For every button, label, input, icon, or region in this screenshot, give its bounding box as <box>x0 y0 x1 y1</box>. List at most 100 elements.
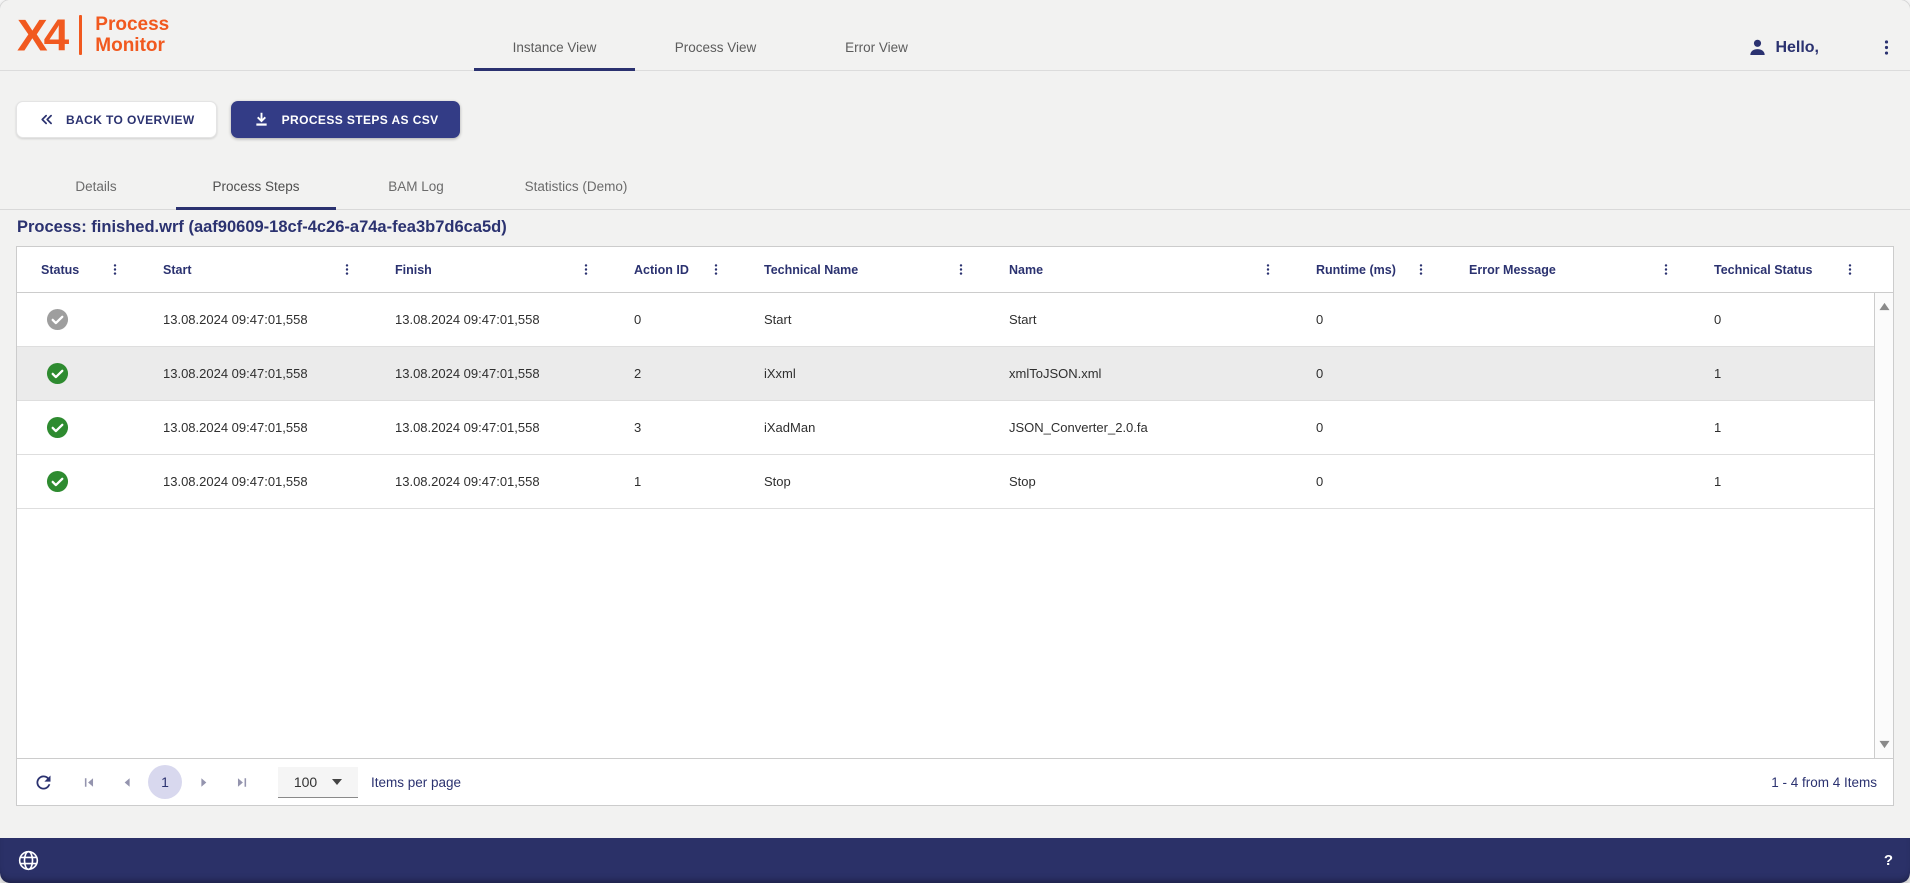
process-title: Process: finished.wrf (aaf90609-18cf-4c2… <box>17 218 1910 237</box>
table-row[interactable]: 13.08.2024 09:47:01,558 13.08.2024 09:47… <box>17 455 1874 509</box>
cell-start: 13.08.2024 09:47:01,558 <box>139 347 371 400</box>
cell-technical-status: 1 <box>1690 347 1874 400</box>
main-nav-tab-label: Error View <box>845 40 908 55</box>
column-label: Finish <box>395 263 432 277</box>
cell-start: 13.08.2024 09:47:01,558 <box>139 293 371 346</box>
header-kebab-menu-icon[interactable] <box>1877 38 1896 57</box>
vertical-scrollbar[interactable] <box>1874 293 1893 758</box>
column-label: Start <box>163 263 191 277</box>
product-name-line1: Process <box>95 14 169 35</box>
cell-action-id: 3 <box>610 401 740 454</box>
grid-header-cell: Technical Status <box>1690 247 1874 292</box>
cell-action-id: 2 <box>610 347 740 400</box>
column-label: Action ID <box>634 263 689 277</box>
cell-technical-name: Stop <box>740 455 985 508</box>
app-header: X4 Process Monitor Instance View Process… <box>0 0 1910 71</box>
first-page-icon[interactable] <box>70 774 108 791</box>
status-check-icon <box>46 416 69 439</box>
next-page-icon[interactable] <box>184 774 222 791</box>
column-label: Error Message <box>1469 263 1556 277</box>
column-menu-kebab-icon[interactable] <box>340 262 354 277</box>
paginator: 1 100 Items per page 1 - 4 from 4 Items <box>17 758 1893 805</box>
items-per-page-select[interactable]: 100 <box>278 767 358 798</box>
column-label: Technical Name <box>764 263 858 277</box>
toolbar: BACK TO OVERVIEW PROCESS STEPS AS CSV <box>0 71 1910 138</box>
caret-down-icon <box>332 779 342 785</box>
person-icon <box>1747 37 1768 58</box>
column-menu-kebab-icon[interactable] <box>1843 262 1857 277</box>
brand-divider <box>79 15 82 55</box>
help-button[interactable]: ? <box>1884 852 1893 869</box>
grid-header-cell: Name <box>985 247 1292 292</box>
column-menu-kebab-icon[interactable] <box>954 262 968 277</box>
detail-tab-label: Statistics (Demo) <box>525 179 628 194</box>
cell-finish: 13.08.2024 09:47:01,558 <box>371 455 610 508</box>
detail-tab[interactable]: Details <box>16 163 176 209</box>
csv-button-label: PROCESS STEPS AS CSV <box>282 113 439 127</box>
column-label: Status <box>41 263 79 277</box>
cell-finish: 13.08.2024 09:47:01,558 <box>371 293 610 346</box>
column-menu-kebab-icon[interactable] <box>579 262 593 277</box>
grid-body: 13.08.2024 09:47:01,558 13.08.2024 09:47… <box>17 293 1893 758</box>
main-nav-tab[interactable]: Error View <box>796 0 957 70</box>
detail-tab[interactable]: Statistics (Demo) <box>496 163 656 209</box>
brand: X4 Process Monitor <box>0 0 474 70</box>
cell-runtime-ms: 0 <box>1292 455 1445 508</box>
previous-page-icon[interactable] <box>108 774 146 791</box>
grid-header-cell: Error Message <box>1445 247 1690 292</box>
detail-tab[interactable]: Process Steps <box>176 163 336 209</box>
cell-name: JSON_Converter_2.0.fa <box>985 401 1292 454</box>
cell-finish: 13.08.2024 09:47:01,558 <box>371 401 610 454</box>
column-label: Runtime (ms) <box>1316 263 1396 277</box>
column-menu-kebab-icon[interactable] <box>1261 262 1275 277</box>
column-menu-kebab-icon[interactable] <box>1414 262 1428 277</box>
cell-technical-status: 1 <box>1690 401 1874 454</box>
cell-finish: 13.08.2024 09:47:01,558 <box>371 347 610 400</box>
process-steps-as-csv-button[interactable]: PROCESS STEPS AS CSV <box>231 101 460 138</box>
main-nav-tab-label: Instance View <box>513 40 597 55</box>
back-to-overview-button[interactable]: BACK TO OVERVIEW <box>16 101 217 138</box>
process-steps-grid: Status Start Finish <box>16 246 1894 806</box>
cell-technical-status: 1 <box>1690 455 1874 508</box>
grid-header-cell: Status <box>17 247 139 292</box>
cell-action-id: 0 <box>610 293 740 346</box>
column-menu-kebab-icon[interactable] <box>709 262 723 277</box>
cell-name: Stop <box>985 455 1292 508</box>
cell-status <box>17 293 139 346</box>
scroll-up-icon[interactable] <box>1879 302 1890 311</box>
detail-tab-label: Details <box>75 179 116 194</box>
items-per-page-label: Items per page <box>371 775 461 790</box>
detail-tab[interactable]: BAM Log <box>336 163 496 209</box>
cell-runtime-ms: 0 <box>1292 347 1445 400</box>
back-button-label: BACK TO OVERVIEW <box>66 113 195 127</box>
table-row[interactable]: 13.08.2024 09:47:01,558 13.08.2024 09:47… <box>17 347 1874 401</box>
items-range-label: 1 - 4 from 4 Items <box>1771 775 1877 790</box>
grid-header-cell: Runtime (ms) <box>1292 247 1445 292</box>
refresh-icon[interactable] <box>33 772 54 793</box>
column-menu-kebab-icon[interactable] <box>1659 262 1673 277</box>
cell-error-message <box>1445 455 1690 508</box>
page-number-button[interactable]: 1 <box>148 765 182 799</box>
main-nav-tab-label: Process View <box>675 40 757 55</box>
column-menu-kebab-icon[interactable] <box>108 262 122 277</box>
main-nav-tab[interactable]: Instance View <box>474 0 635 70</box>
last-page-icon[interactable] <box>222 774 260 791</box>
user-menu[interactable]: Hello, <box>1747 37 1819 58</box>
product-name-line2: Monitor <box>95 35 169 56</box>
main-nav-tab[interactable]: Process View <box>635 0 796 70</box>
table-row[interactable]: 13.08.2024 09:47:01,558 13.08.2024 09:47… <box>17 401 1874 455</box>
column-label: Technical Status <box>1714 263 1812 277</box>
items-per-page-value: 100 <box>294 774 317 790</box>
double-chevron-left-icon <box>38 111 55 128</box>
cell-name: xmlToJSON.xml <box>985 347 1292 400</box>
globe-language-icon[interactable] <box>17 849 40 872</box>
scroll-down-icon[interactable] <box>1879 740 1890 749</box>
detail-tab-label: BAM Log <box>388 179 444 194</box>
cell-start: 13.08.2024 09:47:01,558 <box>139 455 371 508</box>
grid-header-cell: Technical Name <box>740 247 985 292</box>
x4-logo: X4 <box>17 13 65 57</box>
table-row[interactable]: 13.08.2024 09:47:01,558 13.08.2024 09:47… <box>17 293 1874 347</box>
main-nav: Instance View Process View Error View <box>474 0 957 70</box>
status-check-icon <box>46 308 69 331</box>
cell-name: Start <box>985 293 1292 346</box>
